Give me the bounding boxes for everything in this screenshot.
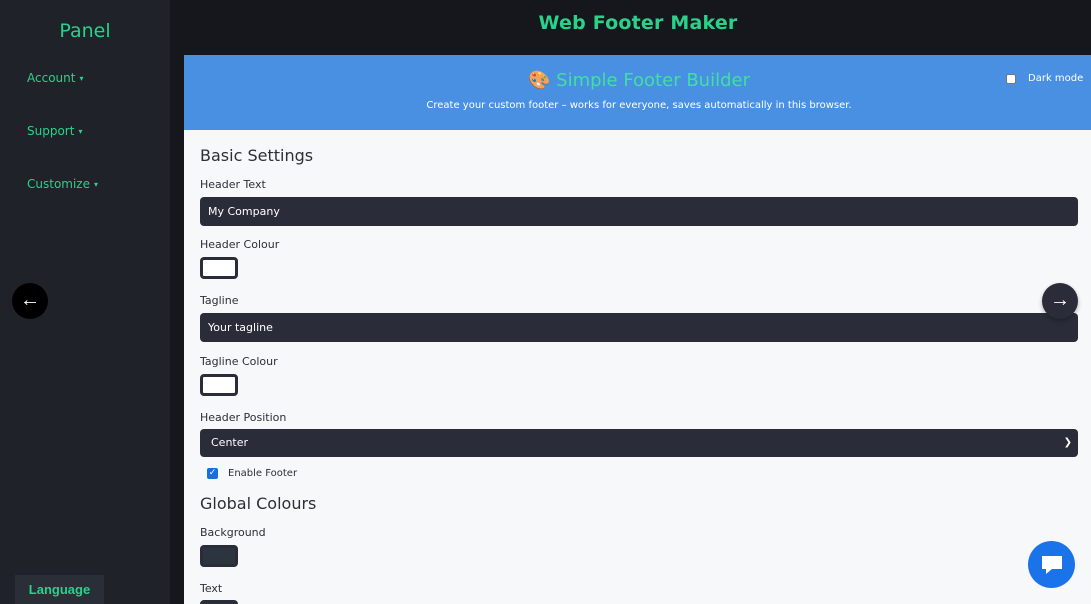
next-button[interactable]: → (1042, 283, 1078, 319)
hero-subtitle: Create your custom footer – works for ev… (426, 100, 852, 111)
chat-icon (1042, 556, 1062, 574)
chat-button[interactable] (1028, 541, 1075, 588)
section-title-global: Global Colours (200, 494, 317, 513)
background-label: Background (200, 526, 266, 539)
sidebar-item-label: Support (27, 124, 75, 138)
sidebar-item-label: Account (27, 71, 76, 85)
header-position-label: Header Position (200, 411, 287, 424)
header-colour-label: Header Colour (200, 238, 280, 251)
enable-footer-checkbox[interactable]: ✓ (207, 468, 218, 479)
sidebar-item-label: Customize (27, 177, 90, 191)
caret-down-icon: ▾ (79, 74, 84, 83)
builder-frame: 🎨 Simple Footer Builder Create your cust… (184, 55, 1091, 604)
hero-banner: 🎨 Simple Footer Builder Create your cust… (184, 55, 1091, 130)
sidebar-brand: Panel (59, 20, 111, 42)
text-label: Text (200, 582, 223, 595)
tagline-colour-picker[interactable] (200, 374, 238, 396)
arrow-left-icon: ← (20, 289, 40, 311)
section-title-basic: Basic Settings (200, 146, 314, 165)
sidebar-item-customize[interactable]: Customize ▾ (27, 177, 98, 191)
language-button[interactable]: Language (15, 575, 104, 604)
prev-button[interactable]: ← (12, 283, 48, 319)
tagline-input[interactable]: Your tagline (200, 313, 1078, 342)
caret-down-icon: ▾ (94, 180, 99, 189)
topbar: Web Footer Maker (170, 0, 1091, 48)
tagline-colour-label: Tagline Colour (200, 355, 278, 368)
text-colour-picker[interactable] (200, 600, 238, 604)
dark-mode-label: Dark mode (1028, 73, 1084, 84)
sidebar-item-support[interactable]: Support ▾ (27, 124, 82, 138)
chevron-down-icon: ❯ (1063, 437, 1072, 448)
header-text-input[interactable]: My Company (200, 197, 1078, 226)
app-title: Web Footer Maker (538, 12, 738, 34)
arrow-right-icon: → (1050, 289, 1070, 311)
tagline-label: Tagline (200, 294, 239, 307)
dark-mode-checkbox[interactable] (1006, 73, 1016, 84)
header-position-value: Center (211, 436, 249, 449)
hero-title: 🎨 Simple Footer Builder (528, 70, 750, 91)
sidebar-item-account[interactable]: Account ▾ (27, 71, 83, 85)
header-position-select[interactable]: Center ❯ (200, 429, 1078, 457)
header-colour-picker[interactable] (200, 257, 238, 279)
enable-footer-label: Enable Footer (228, 468, 298, 479)
dark-mode-toggle[interactable]: Dark mode (1006, 73, 1083, 84)
enable-footer-row[interactable]: ✓ Enable Footer (207, 468, 297, 479)
header-text-label: Header Text (200, 178, 266, 191)
caret-down-icon: ▾ (78, 127, 83, 136)
background-colour-picker[interactable] (200, 545, 238, 567)
